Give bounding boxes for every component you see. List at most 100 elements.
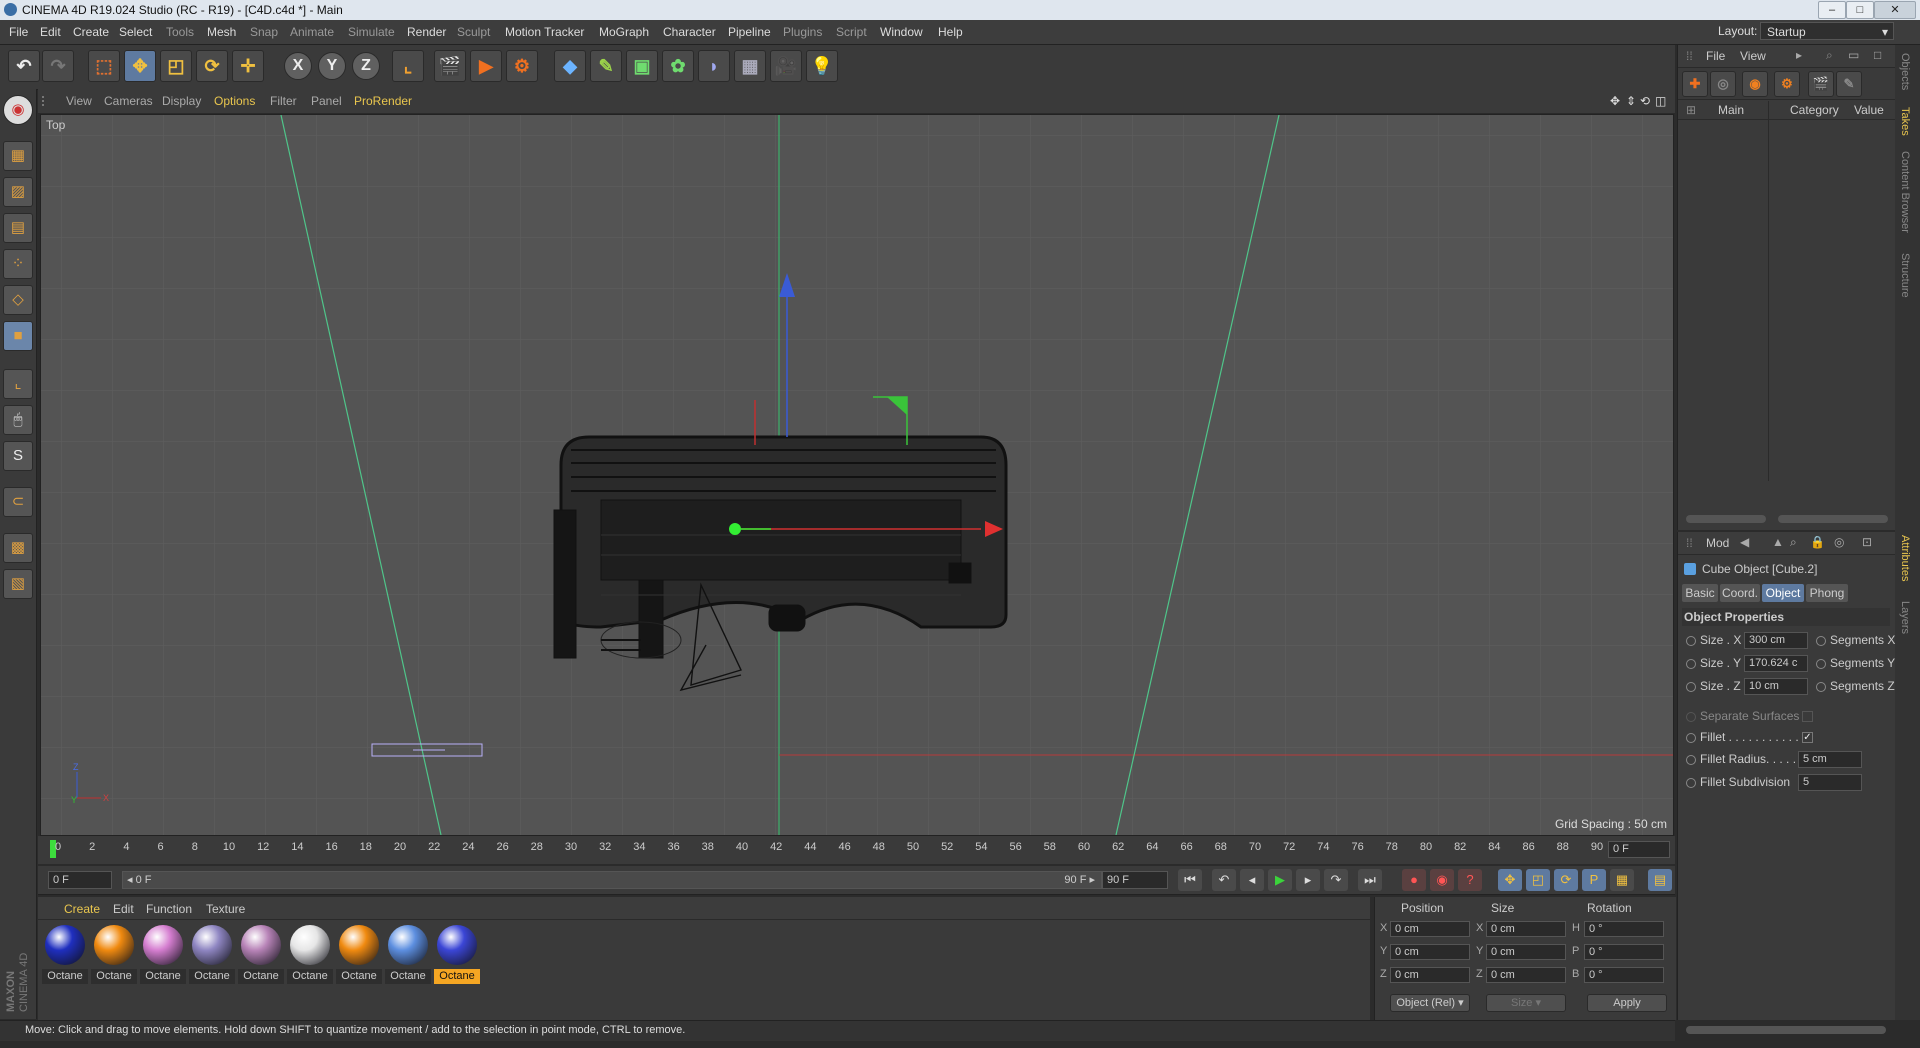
viewport-menu-display[interactable]: Display — [162, 94, 201, 108]
lock-icon[interactable]: 🔒 — [1810, 535, 1825, 549]
menu-simulate[interactable]: Simulate — [348, 25, 395, 39]
horizontal-scrollbar-left[interactable] — [1686, 515, 1766, 523]
enable-snap-button[interactable]: ⊂ — [3, 487, 33, 517]
search-icon[interactable]: ⌕ — [1790, 535, 1797, 550]
size-y-field[interactable]: 170.624 c — [1744, 655, 1808, 672]
key-scale-button[interactable]: ◰ — [1526, 869, 1550, 891]
make-editable-button[interactable]: ◉ — [3, 95, 33, 125]
render-view-button[interactable]: 🎬 — [434, 50, 466, 82]
material-menu-texture[interactable]: Texture — [206, 902, 245, 916]
undo-button[interactable]: ↶ — [8, 50, 40, 82]
goto-end-button[interactable]: ⏭ — [1358, 869, 1382, 891]
gear-icon[interactable]: ◎ — [1834, 535, 1844, 549]
column-value[interactable]: Value — [1854, 103, 1884, 117]
next-frame-button[interactable]: ▸ — [1296, 869, 1320, 891]
menu-snap[interactable]: Snap — [250, 25, 278, 39]
menu-tools[interactable]: Tools — [166, 25, 194, 39]
clapper-icon[interactable]: 🎬 — [1808, 71, 1834, 97]
tab-content-browser[interactable]: Content Browser — [1899, 151, 1911, 233]
column-main[interactable]: Main — [1718, 103, 1744, 117]
texture-mode-button[interactable]: ▨ — [3, 177, 33, 207]
z-axis-lock-button[interactable]: Z — [352, 52, 380, 80]
material-swatch[interactable]: Octane — [238, 923, 284, 993]
attribute-scrollbar[interactable] — [1686, 1026, 1886, 1034]
pos-z-field[interactable]: 0 cm — [1390, 967, 1470, 983]
viewport-menu-options[interactable]: Options — [214, 94, 255, 108]
current-frame-field[interactable]: 0 F — [1608, 841, 1670, 858]
size-z-field[interactable]: 10 cm — [1744, 678, 1808, 695]
segments-z-radio[interactable] — [1816, 682, 1826, 692]
cloner-button[interactable]: ✿ — [662, 50, 694, 82]
size-mode-dropdown[interactable]: Size ▾ — [1486, 994, 1566, 1012]
minimize-button[interactable]: – — [1818, 1, 1846, 19]
viewport-maximize-icon[interactable]: ◫ — [1655, 94, 1666, 108]
viewport-top[interactable]: Z X Y Top Grid Spacing : 50 cm — [40, 114, 1674, 836]
viewport-move-icon[interactable]: ✥ — [1610, 94, 1620, 108]
render-settings-button[interactable]: ⚙ — [506, 50, 538, 82]
separate-surfaces-radio[interactable] — [1686, 712, 1696, 722]
menu-help[interactable]: Help — [938, 25, 963, 39]
light-button[interactable]: 💡 — [806, 50, 838, 82]
menu-file[interactable]: File — [9, 25, 28, 39]
rot-h-field[interactable]: 0 ° — [1584, 921, 1664, 937]
workplane-lock-button[interactable]: ▩ — [3, 533, 33, 563]
coord-mode-dropdown[interactable]: Object (Rel) ▾ — [1390, 994, 1470, 1012]
y-axis-lock-button[interactable]: Y — [318, 52, 346, 80]
window-icon[interactable]: ▭ — [1848, 48, 1859, 62]
take-icon[interactable]: ◉ — [1742, 71, 1768, 97]
workplane-mode-button[interactable]: ▤ — [3, 213, 33, 243]
menu-pipeline[interactable]: Pipeline — [728, 25, 771, 39]
size-x-field[interactable]: 0 cm — [1486, 921, 1566, 937]
fillet-radio[interactable] — [1686, 733, 1696, 743]
size-y-field[interactable]: 0 cm — [1486, 944, 1566, 960]
goto-start-button[interactable]: ⏮ — [1178, 869, 1202, 891]
floor-button[interactable]: ▦ — [734, 50, 766, 82]
tab-attributes[interactable]: Attributes — [1899, 535, 1911, 581]
menu-edit[interactable]: Edit — [40, 25, 61, 39]
material-menu-create[interactable]: Create — [64, 902, 100, 916]
axis-mode-button[interactable]: ⌞ — [3, 369, 33, 399]
min-time-field[interactable]: 0 F — [48, 871, 112, 889]
max-time-field[interactable]: 90 F — [1102, 871, 1168, 889]
x-axis-lock-button[interactable]: X — [284, 52, 312, 80]
render-picture-viewer-button[interactable]: ▶ — [470, 50, 502, 82]
timeline-window-button[interactable]: ▤ — [1648, 869, 1672, 891]
attribute-menu-mode[interactable]: Mod — [1706, 536, 1729, 550]
move-tool-button[interactable]: ✥ — [124, 50, 156, 82]
menu-mesh[interactable]: Mesh — [207, 25, 236, 39]
menu-plugins[interactable]: Plugins — [783, 25, 822, 39]
menu-create[interactable]: Create — [73, 25, 109, 39]
tab-coord[interactable]: Coord. — [1720, 584, 1760, 602]
record-button[interactable]: ● — [1402, 869, 1426, 891]
redo-button[interactable]: ↷ — [42, 50, 74, 82]
scale-tool-button[interactable]: ◰ — [160, 50, 192, 82]
viewport-menu-cameras[interactable]: Cameras — [104, 94, 153, 108]
play-button[interactable]: ▶ — [1268, 869, 1292, 891]
autokey-button[interactable]: ◉ — [1430, 869, 1454, 891]
tab-structure[interactable]: Structure — [1899, 253, 1911, 298]
size-z-field[interactable]: 0 cm — [1486, 967, 1566, 983]
object-menu-view[interactable]: View — [1740, 49, 1766, 63]
menu-window[interactable]: Window — [880, 25, 923, 39]
size-z-radio[interactable] — [1686, 682, 1696, 692]
model-mode-button[interactable]: ▦ — [3, 141, 33, 171]
viewport-zoom-icon[interactable]: ⇕ — [1626, 94, 1636, 108]
layout-dropdown[interactable]: Startup ▾ — [1760, 22, 1894, 40]
subdivision-surface-button[interactable]: ▣ — [626, 50, 658, 82]
time-range-slider[interactable]: ◂ 0 F 90 F ▸ — [122, 871, 1102, 889]
material-swatch[interactable]: Octane — [385, 923, 431, 993]
tab-basic[interactable]: Basic — [1682, 584, 1718, 602]
material-menu-edit[interactable]: Edit — [113, 902, 134, 916]
tab-takes[interactable]: Takes — [1899, 107, 1911, 136]
locked-workplane-button[interactable]: ▧ — [3, 569, 33, 599]
viewport-menu-filter[interactable]: Filter — [270, 94, 297, 108]
apply-button[interactable]: Apply — [1587, 994, 1667, 1012]
tweak-mode-button[interactable]: 🖱 — [3, 405, 33, 435]
fillet-radius-radio[interactable] — [1686, 755, 1696, 765]
more-arrow-icon[interactable]: ▸ — [1796, 48, 1802, 62]
material-swatch[interactable]: Octane — [336, 923, 382, 993]
rot-b-field[interactable]: 0 ° — [1584, 967, 1664, 983]
recent-tool-button[interactable]: ✛ — [232, 50, 264, 82]
lock-icon[interactable]: ✎ — [1836, 71, 1862, 97]
pos-y-field[interactable]: 0 cm — [1390, 944, 1470, 960]
